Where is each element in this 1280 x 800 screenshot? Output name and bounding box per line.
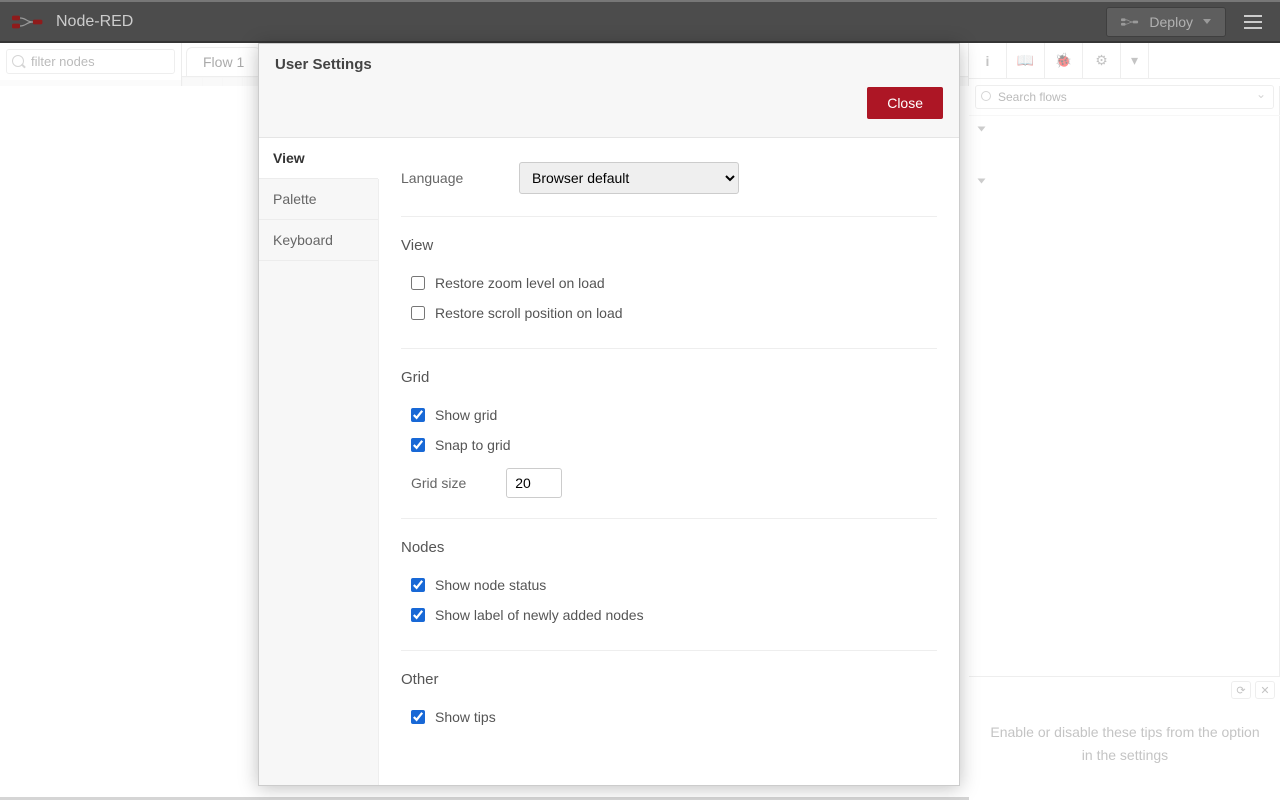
restore-scroll-checkbox[interactable]: [411, 306, 425, 320]
show-grid-checkbox[interactable]: [411, 408, 425, 422]
sidebar-search-input[interactable]: [975, 85, 1274, 109]
info-sidebar: iinfo i 📖 🐞 ⚙ ▾ Flows ▦ Flow 1 Subflows …: [968, 43, 1280, 800]
settings-tab-keyboard[interactable]: Keyboard: [259, 220, 378, 261]
settings-tab-palette[interactable]: Palette: [259, 179, 378, 220]
user-settings-dialog: User Settings Close View Palette Keyboar…: [258, 43, 960, 786]
section-other: Other: [401, 671, 937, 688]
sidebar-tab-book[interactable]: 📖: [1007, 43, 1045, 78]
snap-grid-checkbox[interactable]: [411, 438, 425, 452]
language-label: Language: [401, 170, 491, 186]
app-logo: Node-RED: [12, 13, 133, 31]
tips-text: Enable or disable these tips from the op…: [969, 703, 1280, 800]
language-select[interactable]: Browser default: [519, 162, 739, 194]
app-header: Node-RED Deploy: [0, 0, 1280, 43]
settings-tab-view[interactable]: View: [259, 138, 378, 179]
tips-panel: ⟳ ✕ Enable or disable these tips from th…: [969, 676, 1280, 800]
dialog-title: User Settings: [275, 56, 943, 73]
sidebar-tab-help[interactable]: i: [969, 43, 1007, 78]
section-nodes: Nodes: [401, 539, 937, 556]
close-button[interactable]: Close: [867, 87, 943, 119]
app-title: Node-RED: [56, 13, 133, 31]
tips-refresh-button[interactable]: ⟳: [1231, 681, 1251, 699]
section-grid: Grid: [401, 369, 937, 386]
deploy-button[interactable]: Deploy: [1106, 7, 1226, 37]
sidebar-tab-debug[interactable]: 🐞: [1045, 43, 1083, 78]
node-status-checkbox[interactable]: [411, 578, 425, 592]
main-menu-button[interactable]: [1234, 5, 1272, 39]
nodered-logo-icon: [12, 14, 44, 30]
sidebar-tab-more[interactable]: ▾: [1121, 43, 1149, 78]
grid-size-label: Grid size: [411, 475, 466, 491]
palette-filter-input[interactable]: [6, 49, 175, 74]
flow-tab[interactable]: Flow 1: [186, 47, 261, 76]
node-label-checkbox[interactable]: [411, 608, 425, 622]
grid-size-input[interactable]: [506, 468, 562, 498]
deploy-icon: [1121, 16, 1139, 28]
section-view: View: [401, 237, 937, 254]
show-tips-checkbox[interactable]: [411, 710, 425, 724]
caret-down-icon: [1203, 19, 1211, 24]
tips-close-button[interactable]: ✕: [1255, 681, 1275, 699]
restore-zoom-checkbox[interactable]: [411, 276, 425, 290]
deploy-label: Deploy: [1149, 14, 1193, 30]
sidebar-tab-config[interactable]: ⚙: [1083, 43, 1121, 78]
